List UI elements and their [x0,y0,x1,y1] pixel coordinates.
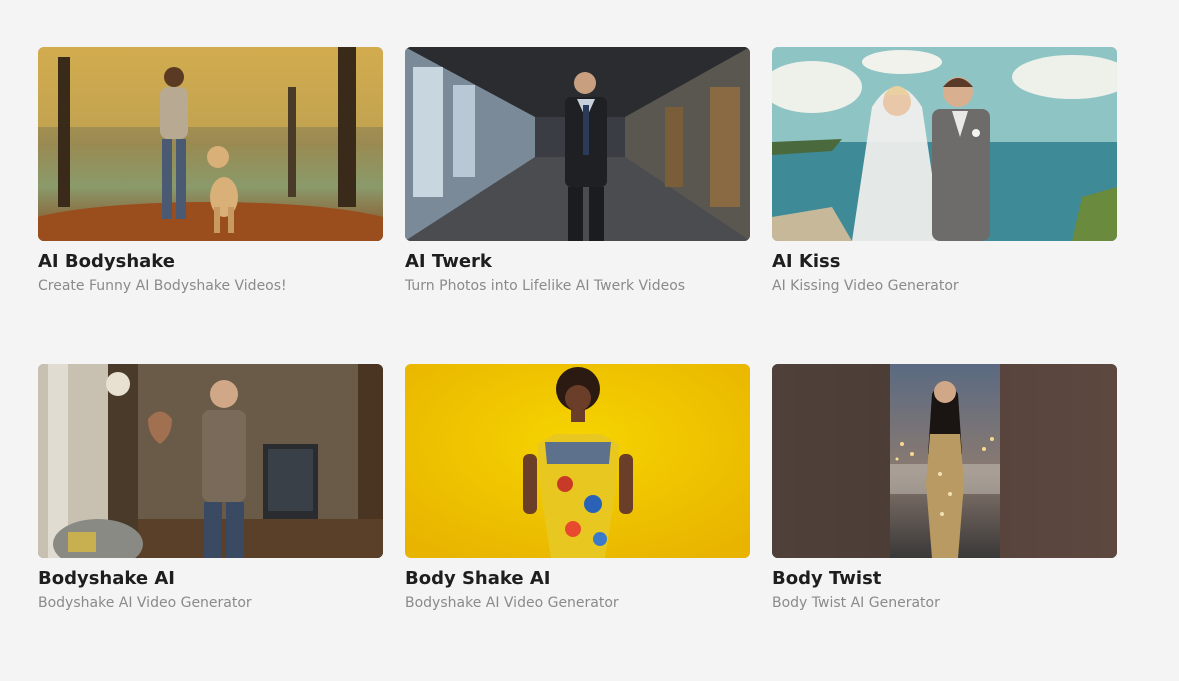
office-hallway-image [405,47,750,241]
feature-card-body-shake-ai[interactable]: Body Shake AI Bodyshake AI Video Generat… [405,364,750,681]
card-subtitle: Create Funny AI Bodyshake Videos! [38,278,287,294]
card-thumbnail[interactable] [772,47,1117,241]
autumn-park-image [38,47,383,241]
feature-card-ai-bodyshake[interactable]: AI Bodyshake Create Funny AI Bodyshake V… [38,47,383,364]
card-thumbnail[interactable] [405,47,750,241]
card-thumbnail[interactable] [405,364,750,558]
card-title[interactable]: AI Kiss [772,251,1117,273]
card-thumbnail[interactable] [772,364,1117,558]
feature-card-ai-twerk[interactable]: AI Twerk Turn Photos into Lifelike AI Tw… [405,47,750,364]
card-title[interactable]: AI Twerk [405,251,750,273]
yellow-portrait-image [405,364,750,558]
gold-dress-night-image [772,364,1117,558]
wedding-seaside-image [772,47,1117,241]
living-room-image [38,364,383,558]
card-subtitle: Body Twist AI Generator [772,595,940,611]
card-subtitle: AI Kissing Video Generator [772,278,959,294]
card-subtitle: Bodyshake AI Video Generator [405,595,619,611]
card-thumbnail[interactable] [38,47,383,241]
feature-card-body-twist[interactable]: Body Twist Body Twist AI Generator [772,364,1117,681]
card-subtitle: Bodyshake AI Video Generator [38,595,252,611]
card-title[interactable]: Bodyshake AI [38,568,383,590]
card-title[interactable]: Body Twist [772,568,1117,590]
feature-grid: AI Bodyshake Create Funny AI Bodyshake V… [38,47,1117,681]
card-subtitle: Turn Photos into Lifelike AI Twerk Video… [405,278,686,294]
card-title[interactable]: AI Bodyshake [38,251,383,273]
feature-card-ai-kiss[interactable]: AI Kiss AI Kissing Video Generator [772,47,1117,364]
card-title[interactable]: Body Shake AI [405,568,750,590]
card-thumbnail[interactable] [38,364,383,558]
feature-card-bodyshake-ai[interactable]: Bodyshake AI Bodyshake AI Video Generato… [38,364,383,681]
